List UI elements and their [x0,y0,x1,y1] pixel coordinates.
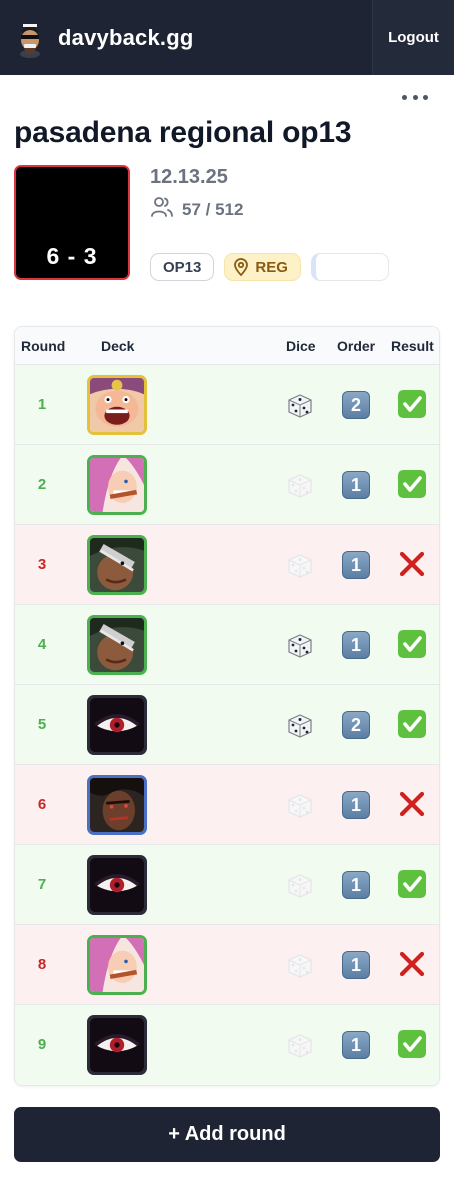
header-dice: Dice [286,338,316,354]
play-order-badge: 1 [342,791,370,819]
win-check-icon [397,709,427,739]
round-number: 9 [37,1036,47,1053]
win-check-icon [397,469,427,499]
deck-leader-image [87,855,147,915]
more-options-icon[interactable] [402,88,428,106]
top-navbar: davyback.gg Logout [0,0,454,75]
round-number: 5 [37,716,47,733]
rounds-table: Round Deck Dice Order Result 12213141526… [14,326,440,1086]
win-check-icon [397,629,427,659]
deck-leader-image [87,775,147,835]
table-body: 122131415261718191 [15,365,439,1085]
add-round-button[interactable]: + Add round [14,1107,440,1162]
dice-icon [286,1031,314,1059]
dice-icon [286,551,314,579]
win-check-icon [397,869,427,899]
play-order-badge: 1 [342,951,370,979]
table-row[interactable]: 12 [15,365,439,445]
users-icon [150,196,174,223]
loss-cross-icon [397,549,427,579]
deck-leader-image [87,455,147,515]
play-order-badge: 1 [342,871,370,899]
dice-icon [286,471,314,499]
play-order-badge: 1 [342,1031,370,1059]
page-title: pasadena regional op13 [14,116,352,149]
header-result: Result [391,338,434,354]
loss-cross-icon [397,949,427,979]
deck-leader-image [87,935,147,995]
round-number: 6 [37,796,47,813]
dice-icon [286,791,314,819]
play-order-badge: 1 [342,551,370,579]
round-number: 1 [37,396,47,413]
win-check-icon [397,389,427,419]
empty-badge [310,253,389,281]
play-order-badge: 2 [342,711,370,739]
table-row[interactable]: 41 [15,605,439,685]
table-row[interactable]: 21 [15,445,439,525]
set-badge: OP13 [150,253,215,281]
round-number: 4 [37,636,47,653]
logout-container: Logout [372,0,454,75]
deck-leader-image [87,695,147,755]
deck-leader-image [87,375,147,435]
brand-home-link[interactable]: davyback.gg [14,18,193,58]
dice-icon [286,391,314,419]
dice-icon [286,631,314,659]
table-row[interactable]: 52 [15,685,439,765]
event-badges: OP13 REG [150,253,399,281]
table-row[interactable]: 91 [15,1005,439,1085]
player-count: 57 / 512 [150,196,243,223]
record-score: 6 - 3 [46,243,98,269]
deck-leader-image [87,615,147,675]
header-deck: Deck [101,338,135,354]
table-row[interactable]: 61 [15,765,439,845]
event-date: 12.13.25 [150,166,228,188]
play-order-badge: 1 [342,471,370,499]
deck-leader-image [87,535,147,595]
round-number: 7 [37,876,47,893]
table-row[interactable]: 31 [15,525,439,605]
round-number: 8 [37,956,47,973]
round-number: 3 [37,556,47,573]
dice-icon [286,951,314,979]
brand-logo-icon [14,18,46,58]
brand-name: davyback.gg [58,24,194,50]
win-check-icon [397,1029,427,1059]
event-type-badge: REG [224,253,301,281]
location-pin-icon [234,258,249,276]
dice-icon [286,871,314,899]
table-header: Round Deck Dice Order Result [15,327,439,365]
header-order: Order [337,338,376,354]
deck-leader-image [87,1015,147,1075]
play-order-badge: 1 [342,631,370,659]
record-card: 6 - 3 [14,165,130,280]
event-type-label: REG [255,258,288,276]
dice-icon [286,711,314,739]
table-row[interactable]: 81 [15,925,439,1005]
header-round: Round [21,338,66,354]
round-number: 2 [37,476,47,493]
play-order-badge: 2 [342,391,370,419]
loss-cross-icon [397,789,427,819]
player-count-text: 57 / 512 [182,199,244,219]
table-row[interactable]: 71 [15,845,439,925]
logout-button[interactable]: Logout [388,29,439,46]
